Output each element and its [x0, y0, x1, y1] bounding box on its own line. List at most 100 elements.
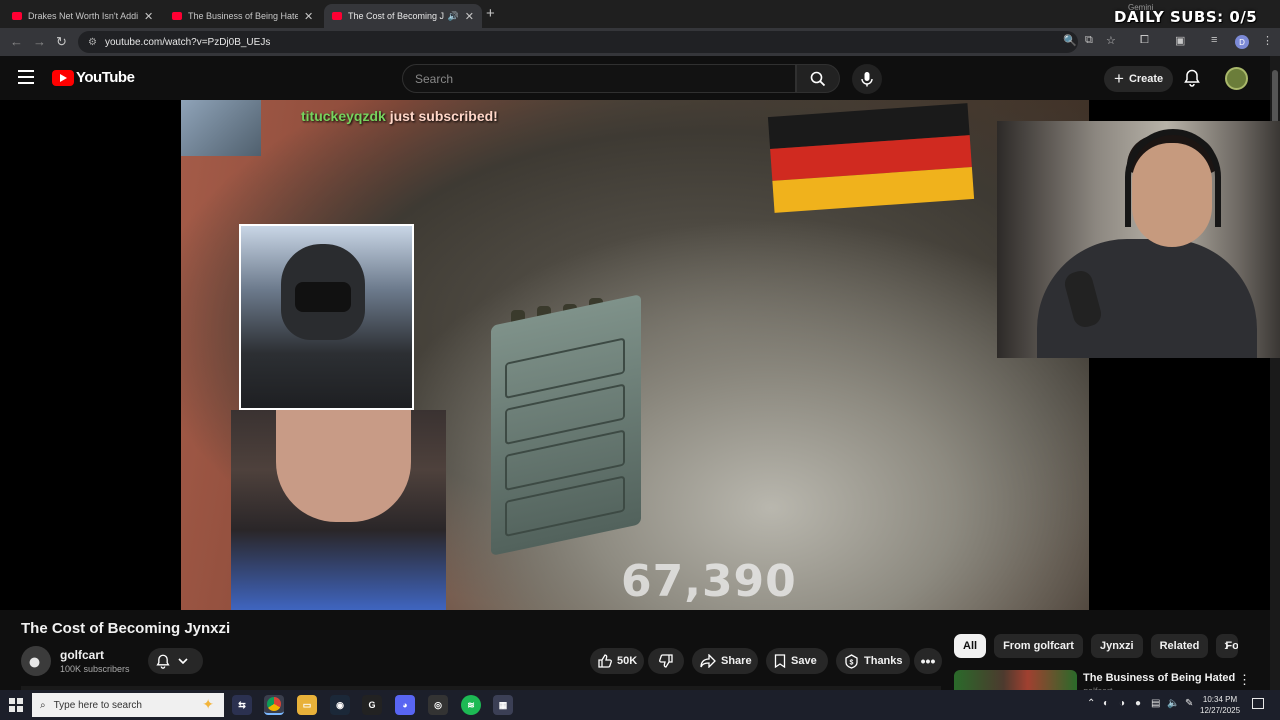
search-highlight-icon: ✦	[202, 696, 214, 712]
subscriber-alert-text: just subscribed!	[389, 108, 498, 124]
save-label: Save	[791, 655, 817, 667]
close-tab-icon[interactable]: ✕	[304, 10, 313, 23]
pen-icon[interactable]: ✎	[1185, 698, 1193, 709]
volume-icon[interactable]: 🔈	[1167, 698, 1179, 709]
tray-app-icon[interactable]: ●	[1135, 698, 1141, 709]
back-icon[interactable]: ←	[10, 34, 23, 49]
video-player[interactable]: tituckeyqzdk just subscribed! 67,390	[181, 100, 1089, 610]
search-icon	[810, 71, 826, 86]
search-button[interactable]	[796, 64, 840, 93]
chevron-right-icon[interactable]: ›	[1224, 637, 1229, 655]
super-thanks-icon: $	[845, 653, 858, 669]
youtube-wordmark: YouTube	[76, 69, 135, 86]
chrome-app-icon[interactable]	[264, 695, 284, 715]
thanks-button[interactable]: $ Thanks	[836, 648, 910, 674]
chip-from-channel[interactable]: From golfcart	[994, 634, 1083, 658]
obs-app-icon[interactable]: ◎	[428, 695, 448, 715]
plus-icon: +	[1114, 69, 1124, 88]
task-view-app-icon[interactable]: ⇆	[232, 695, 252, 715]
clock-date: 12/27/2025	[1200, 706, 1241, 715]
network-icon[interactable]: ▤	[1151, 698, 1160, 709]
more-vertical-icon[interactable]: ⋮	[1238, 672, 1251, 688]
windows-start-icon[interactable]	[9, 698, 23, 712]
tray-app-icon[interactable]: ◐	[1103, 698, 1109, 709]
counter-overlay: 67,390	[621, 556, 797, 607]
operator-visor	[295, 282, 351, 312]
voice-search-button[interactable]	[852, 64, 882, 94]
like-button[interactable]: 50K	[590, 648, 644, 674]
share-arrow-icon	[700, 654, 716, 668]
new-tab-icon[interactable]: +	[486, 5, 495, 22]
close-tab-icon[interactable]: ✕	[144, 10, 153, 23]
media-controls-icon[interactable]: ≡	[1211, 34, 1217, 46]
search-placeholder: Search	[415, 71, 454, 86]
recommended-video-thumbnail[interactable]	[954, 670, 1077, 690]
subscriber-count: 100K subscribers	[60, 664, 130, 674]
forward-icon[interactable]: →	[33, 34, 46, 49]
discord-app-icon[interactable]: ◕	[395, 695, 415, 715]
subscriber-alert: tituckeyqzdk just subscribed!	[301, 108, 498, 125]
youtube-logo[interactable]: YouTube	[52, 69, 135, 86]
filter-chips: All From golfcart Jynxzi Related For you	[954, 634, 1239, 658]
channel-name[interactable]: golfcart	[60, 648, 104, 662]
browser-tab-strip: Drakes Net Worth Isn't Adding Up ✕ The B…	[0, 0, 1280, 28]
taskbar-clock[interactable]: 10:34 PM 12/27/2025	[1200, 694, 1240, 716]
windows-taskbar: ⌕ Type here to search ✦ ⇆ ▭ ◉ G ◕ ◎ ≋ ▦ …	[0, 690, 1280, 720]
reload-icon[interactable]: ↻	[56, 34, 67, 50]
browser-tab-2[interactable]: The Business of Being Hated - YouTube ✕	[164, 4, 322, 28]
microphone-icon	[861, 72, 873, 87]
search-input[interactable]: Search	[402, 64, 796, 93]
audio-playing-icon[interactable]: 🔊	[448, 11, 459, 22]
tray-chevron-up-icon[interactable]: ⌃	[1087, 698, 1095, 709]
app-icon-2[interactable]: ▦	[493, 695, 513, 715]
create-button[interactable]: + Create	[1104, 66, 1174, 92]
zoom-icon[interactable]: 🔍	[1063, 34, 1077, 47]
create-label: Create	[1128, 73, 1164, 85]
youtube-play-logo-icon	[52, 69, 74, 86]
account-avatar[interactable]	[1225, 67, 1248, 90]
thanks-label: Thanks	[864, 655, 903, 667]
more-horizontal-icon: •••	[920, 653, 936, 669]
spotify-app-icon[interactable]: ≋	[461, 695, 481, 715]
url-text: youtube.com/watch?v=PzDj0B_UEJs	[104, 36, 271, 48]
recommended-video-title[interactable]: The Business of Being Hated	[1083, 672, 1235, 684]
chip-all[interactable]: All	[954, 634, 987, 658]
file-explorer-icon[interactable]: ▭	[297, 695, 317, 715]
taskbar-search-box[interactable]: ⌕ Type here to search ✦	[32, 693, 224, 717]
save-button[interactable]: Save	[766, 648, 828, 674]
share-button[interactable]: Share	[692, 648, 758, 674]
bookmark-star-icon[interactable]: ☆	[1106, 34, 1116, 47]
extensions-icon[interactable]: ⧠	[1140, 34, 1149, 47]
close-tab-icon[interactable]: ✕	[465, 10, 474, 23]
browser-tab-1[interactable]: Drakes Net Worth Isn't Adding Up ✕	[4, 4, 162, 28]
chip-jynxzi[interactable]: Jynxzi	[1090, 634, 1143, 658]
steam-app-icon[interactable]: ◉	[330, 695, 350, 715]
address-bar[interactable]: ⚙ youtube.com/watch?v=PzDj0B_UEJs	[78, 31, 1078, 53]
subscribed-notifications-button[interactable]	[148, 648, 203, 674]
notifications-bell-icon[interactable]	[1184, 69, 1200, 87]
hamburger-menu-icon[interactable]	[18, 70, 34, 84]
tray-app-icon[interactable]: ◑	[1119, 698, 1125, 709]
cast-icon[interactable]: ⧉	[1085, 34, 1093, 47]
side-panel-icon[interactable]: ▣	[1175, 34, 1185, 47]
youtube-favicon-icon	[172, 12, 182, 20]
share-label: Share	[721, 655, 752, 667]
thumbs-up-icon	[598, 654, 612, 668]
more-actions-button[interactable]: •••	[914, 648, 942, 674]
site-info-icon[interactable]: ⚙	[88, 37, 97, 48]
tab-title: The Business of Being Hated - YouTube	[188, 11, 298, 21]
app-icon[interactable]: G	[362, 695, 382, 715]
browser-profile-avatar[interactable]: D	[1235, 35, 1249, 49]
chip-related[interactable]: Related	[1150, 634, 1209, 658]
notification-center-icon[interactable]	[1252, 698, 1264, 709]
streamer-face-cam	[231, 410, 446, 610]
dislike-button[interactable]	[648, 648, 684, 674]
channel-avatar[interactable]	[21, 646, 51, 676]
browser-menu-icon[interactable]: ⋮	[1262, 34, 1273, 47]
subscriber-avatar	[181, 100, 261, 156]
taskbar-search-placeholder: Type here to search	[53, 699, 142, 711]
headset-icon	[1125, 129, 1221, 227]
search-icon: ⌕	[40, 699, 46, 711]
browser-tab-3-active[interactable]: The Cost of Becoming Jynxzi 🔊 ✕	[324, 4, 482, 28]
thumbs-down-icon	[659, 654, 673, 668]
